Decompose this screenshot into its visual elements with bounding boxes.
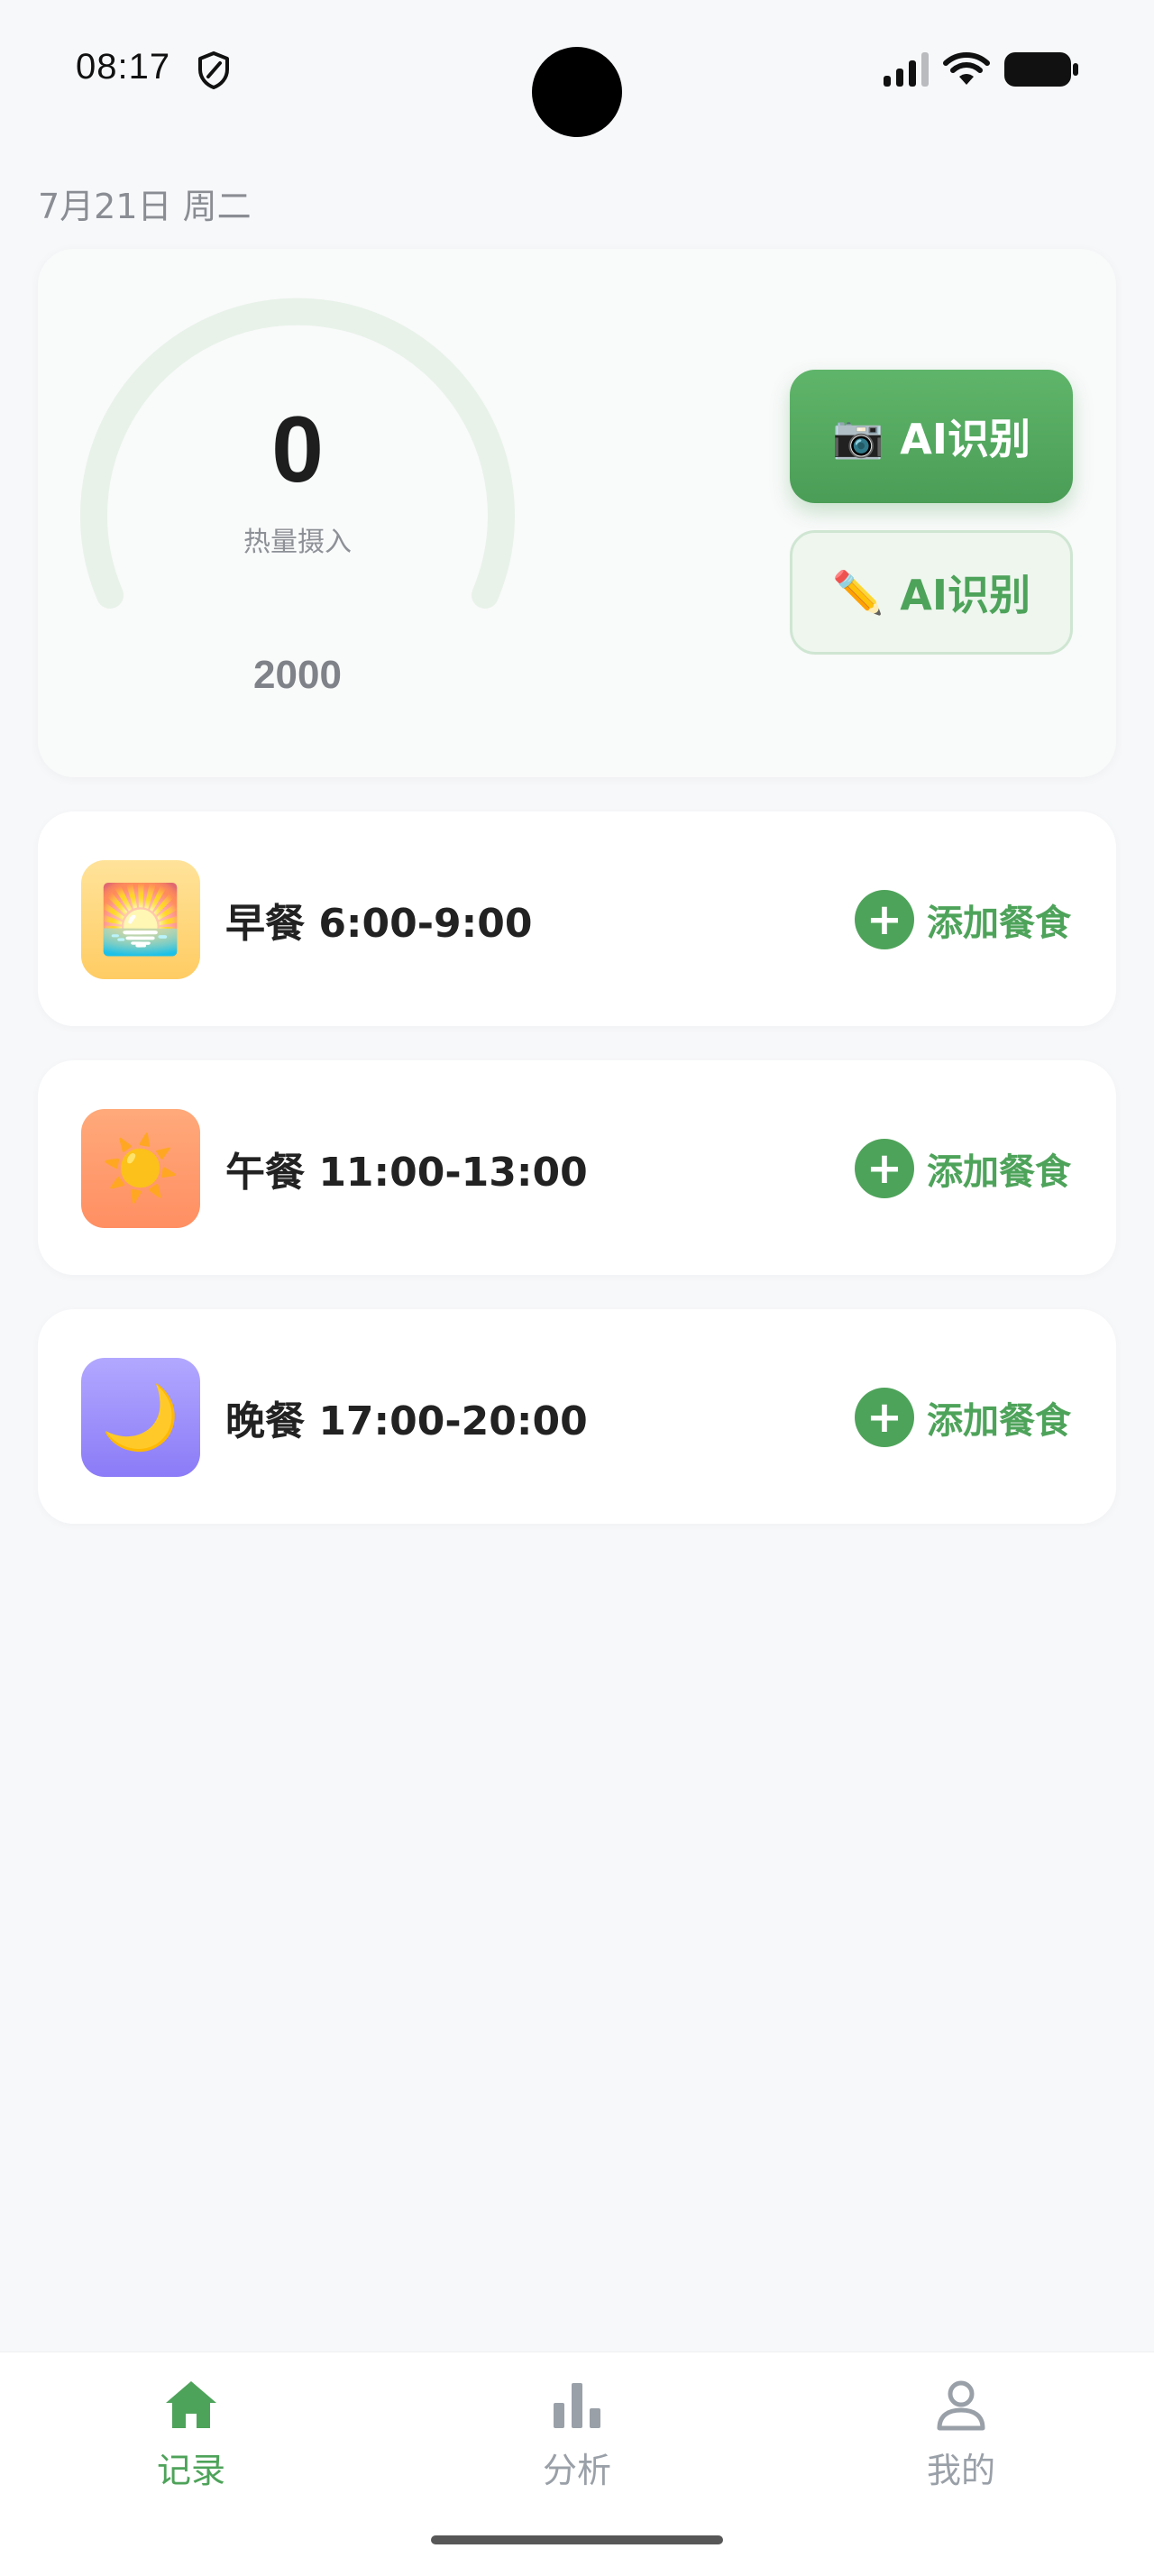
add-meal-label: 添加餐食 (927, 903, 1071, 944)
nav-item-record[interactable]: 记录 (81, 2352, 298, 2497)
nav-item-profile[interactable]: 我的 (851, 2352, 1067, 2497)
ai-photo-recognize-button[interactable]: 📷 AI识别 (790, 370, 1073, 503)
meal-title-dinner: 晚餐 17:00-20:00 (225, 1398, 588, 1444)
shield-icon (198, 51, 229, 89)
nav-label-analysis: 分析 (542, 2451, 611, 2490)
wifi-icon (943, 52, 990, 85)
nav-label-record: 记录 (156, 2451, 225, 2490)
add-meal-label: 添加餐食 (927, 1151, 1071, 1193)
pencil-icon: ✏️ (832, 568, 884, 617)
meal-card-lunch: ☀️ 午餐 11:00-13:00 + 添加餐食 (38, 1060, 1116, 1275)
user-icon (937, 2380, 985, 2431)
add-meal-button-dinner[interactable]: + 添加餐食 (855, 1387, 1071, 1448)
calories-label: 热量摄入 (243, 527, 352, 558)
signal-icon (884, 52, 929, 87)
plus-icon: + (855, 890, 914, 949)
add-meal-label: 添加餐食 (927, 1400, 1071, 1442)
add-meal-button-lunch[interactable]: + 添加餐食 (855, 1138, 1071, 1199)
camera-icon: 📷 (832, 412, 884, 461)
sun-icon: ☀️ (81, 1109, 200, 1228)
date-label: 7月21日 周二 (38, 187, 252, 226)
home-icon (166, 2381, 216, 2428)
sun-emoji: ☀️ (101, 1132, 180, 1205)
ai-text-label: AI识别 (900, 571, 1030, 619)
ai-text-recognize-button[interactable]: ✏️ AI识别 (790, 530, 1073, 655)
plus-icon: + (855, 1139, 914, 1198)
meal-card-breakfast: 🌅 早餐 6:00-9:00 + 添加餐食 (38, 811, 1116, 1026)
bar-chart-icon (554, 2383, 600, 2428)
sunrise-emoji: 🌅 (98, 881, 183, 958)
calories-value: 0 (271, 398, 324, 502)
calorie-goal: 2000 (253, 653, 342, 697)
add-meal-button-breakfast[interactable]: + 添加餐食 (855, 889, 1071, 950)
battery-icon (1004, 52, 1078, 87)
sunrise-icon: 🌅 (81, 860, 200, 979)
home-indicator (431, 2535, 723, 2544)
nav-label-profile: 我的 (926, 2451, 995, 2490)
camera-cutout (532, 47, 622, 137)
plus-icon: + (855, 1388, 914, 1447)
moon-icon: 🌙 (81, 1358, 200, 1477)
moon-emoji: 🌙 (101, 1380, 180, 1454)
status-time: 08:17 (76, 47, 171, 87)
meal-card-dinner: 🌙 晚餐 17:00-20:00 + 添加餐食 (38, 1309, 1116, 1524)
ai-photo-label: AI识别 (900, 415, 1030, 463)
status-bar: 08:17 (0, 0, 1154, 137)
nav-item-analysis[interactable]: 分析 (467, 2352, 683, 2497)
meal-title-lunch: 午餐 11:00-13:00 (225, 1150, 588, 1196)
meal-title-breakfast: 早餐 6:00-9:00 (225, 901, 533, 947)
